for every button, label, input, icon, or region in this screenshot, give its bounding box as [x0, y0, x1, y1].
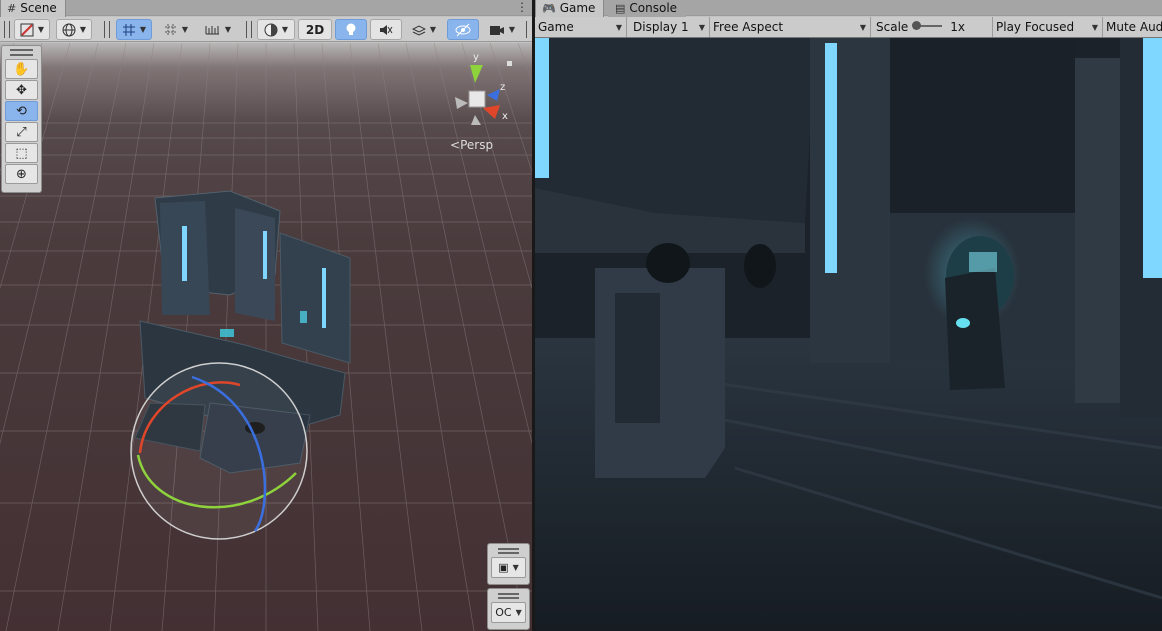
overlay-grip[interactable]	[498, 593, 519, 599]
transform-icon: ⊕	[16, 166, 27, 182]
camera-icon	[489, 25, 504, 35]
audio-toggle[interactable]	[370, 19, 402, 40]
tab-game-label: Game	[559, 1, 596, 15]
toolbar-grip[interactable]	[526, 21, 530, 38]
lightbulb-icon	[346, 23, 356, 35]
axis-z-cone[interactable]	[487, 89, 500, 101]
orientation-gizmo[interactable]: y z x	[445, 53, 525, 143]
rotate-icon: ⟲	[16, 103, 27, 119]
light-strip	[825, 43, 837, 273]
move-arrows-icon: ✥	[16, 82, 27, 98]
increment-snap-icon	[164, 23, 177, 36]
light-strip	[535, 38, 549, 178]
rect-transform-icon: ⬚	[15, 145, 28, 161]
scene-panel: # Scene ⋮ ▼ ▼ ▼ ▼ ▼ ▼ 2D ▼ ▼ y z x <Pers…	[0, 0, 532, 631]
play-mode-label: Play Focused	[996, 20, 1075, 34]
aspect-dropdown[interactable]: Free Aspect ▼	[710, 17, 871, 37]
axis-z-label: z	[500, 82, 505, 93]
grid-snap-icon	[122, 23, 135, 36]
tab-scene[interactable]: # Scene	[0, 0, 66, 17]
scale-icon: ⤢	[16, 124, 27, 140]
scene-viewport[interactable]: y z x <Persp ✋ ✥ ⟲ ⤢ ⬚ ⊕ ▣ ▼ OC ▼	[0, 43, 532, 631]
light-strip	[1143, 38, 1162, 278]
grid-snap-toggle[interactable]: ▼	[116, 19, 152, 40]
frame-icon: ▣	[498, 561, 509, 574]
oc-label: OC	[495, 606, 512, 619]
mute-audio-toggle[interactable]: Mute Aud	[1103, 17, 1162, 37]
speaker-muted-icon	[380, 24, 393, 35]
lock-icon[interactable]	[507, 61, 512, 66]
shaded-draw-mode-icon	[20, 23, 34, 36]
shading-mode-dropdown[interactable]: ▼	[257, 19, 295, 40]
game-tabbar: 🎮 Game ▤ Console	[535, 0, 1162, 17]
game-mode-label: Game	[538, 20, 574, 34]
aspect-label: Free Aspect	[713, 20, 784, 34]
tab-scene-label: Scene	[20, 1, 57, 15]
gizmo-center-cube[interactable]	[468, 90, 486, 108]
axis-x-label: x	[502, 111, 508, 122]
projection-label: Persp	[460, 138, 494, 152]
scale-tool[interactable]: ⤢	[5, 122, 38, 142]
transform-tool[interactable]: ⊕	[5, 164, 38, 184]
occlusion-dropdown[interactable]: OC ▼	[491, 602, 526, 623]
scene-visibility-toggle[interactable]	[447, 19, 479, 40]
game-mode-dropdown[interactable]: Game ▼	[535, 17, 627, 37]
hash-grid-icon: #	[7, 2, 17, 15]
gamepad-icon: 🎮	[542, 2, 556, 15]
toolbar-grip[interactable]	[246, 21, 252, 38]
snap-settings-dropdown[interactable]: ▼	[200, 19, 236, 40]
toolbar-grip[interactable]	[104, 21, 110, 38]
tab-game[interactable]: 🎮 Game	[535, 0, 605, 17]
hand-icon: ✋	[13, 61, 30, 77]
game-viewport[interactable]	[535, 38, 1162, 631]
rotate-tool[interactable]: ⟲	[5, 101, 38, 121]
scale-label: Scale	[876, 20, 909, 34]
occlusion-overlay: OC ▼	[487, 588, 530, 630]
display-dropdown[interactable]: Display 1 ▼	[630, 17, 710, 37]
move-tool[interactable]: ✥	[5, 80, 38, 100]
sphere-shading-icon	[264, 23, 278, 36]
axis-y-cone[interactable]	[470, 65, 483, 83]
scene-tabbar: # Scene ⋮	[0, 0, 532, 17]
overlay-grip[interactable]	[498, 548, 519, 554]
effects-dropdown[interactable]: ▼	[405, 19, 443, 40]
projection-toggle[interactable]: <Persp	[450, 138, 493, 152]
globe-icon	[62, 23, 76, 36]
lighting-toggle[interactable]	[335, 19, 367, 40]
mute-label: Mute Aud	[1106, 20, 1162, 34]
scale-slider[interactable]: Scale 1x	[873, 17, 993, 37]
2d-toggle-button[interactable]: 2D	[298, 19, 332, 40]
play-mode-dropdown[interactable]: Play Focused ▼	[993, 17, 1103, 37]
chevron-left-icon: <	[450, 138, 461, 152]
camera-settings-dropdown[interactable]: ▼	[484, 19, 520, 40]
game-panel: 🎮 Game ▤ Console Game ▼ Display 1 ▼ Free A…	[535, 0, 1162, 631]
view-hand-tool[interactable]: ✋	[5, 59, 38, 79]
scene-toolbar: ▼ ▼ ▼ ▼ ▼ ▼ 2D ▼ ▼	[0, 17, 532, 42]
tab-console-label: Console	[629, 1, 678, 15]
tools-overlay: ✋ ✥ ⟲ ⤢ ⬚ ⊕	[1, 45, 42, 193]
increment-snap-dropdown[interactable]: ▼	[158, 19, 194, 40]
layers-effects-icon	[411, 24, 426, 36]
draw-mode-dropdown[interactable]: ▼	[14, 19, 50, 40]
toolbar-grip[interactable]	[4, 21, 10, 38]
game-toolbar: Game ▼ Display 1 ▼ Free Aspect ▼ Scale 1x P…	[535, 17, 1162, 38]
axis-x-cone[interactable]	[483, 105, 500, 119]
overlay-grip[interactable]	[10, 49, 33, 56]
display-label: Display 1	[633, 20, 689, 34]
view-options-dropdown[interactable]: ▣ ▼	[491, 557, 526, 578]
ruler-icon	[205, 25, 219, 34]
rect-tool[interactable]: ⬚	[5, 143, 38, 163]
view-options-overlay: ▣ ▼	[487, 543, 530, 585]
global-space-dropdown[interactable]: ▼	[56, 19, 92, 40]
scale-value: 1x	[950, 20, 966, 34]
axis-y-label: y	[473, 53, 479, 63]
game-render	[535, 38, 1162, 631]
scene-more-menu-icon[interactable]: ⋮	[516, 0, 528, 14]
scale-slider-track[interactable]	[912, 21, 943, 30]
eye-hidden-icon	[455, 23, 471, 36]
tab-console[interactable]: ▤ Console	[608, 0, 687, 17]
console-icon: ▤	[615, 2, 626, 15]
